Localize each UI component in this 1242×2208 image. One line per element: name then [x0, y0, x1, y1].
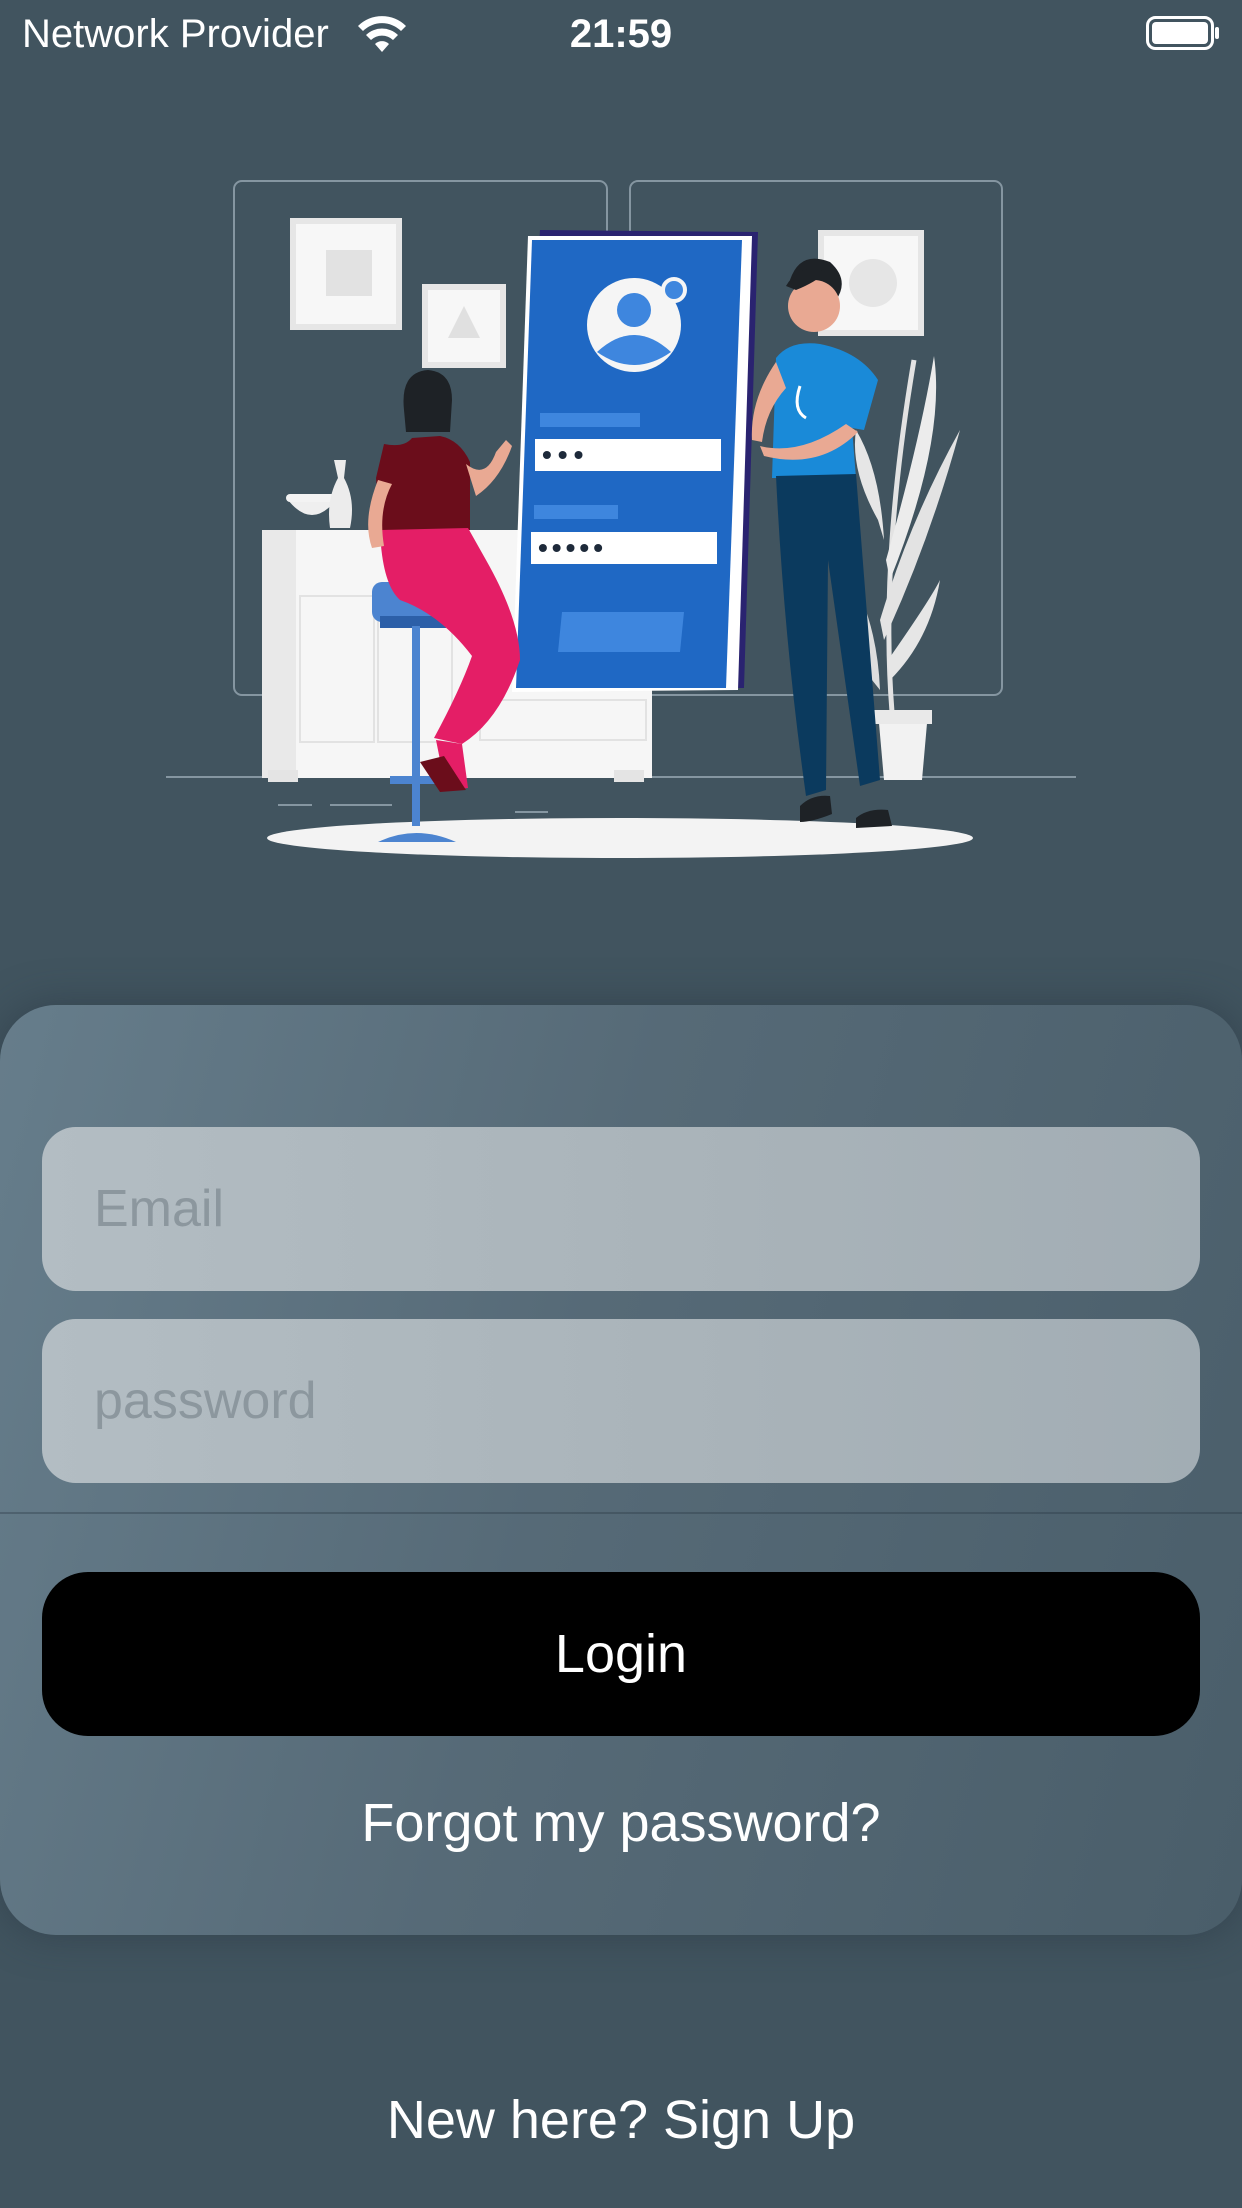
- login-illustration: ••• •••••: [166, 180, 1076, 858]
- signup-link[interactable]: New here? Sign Up: [0, 2088, 1242, 2152]
- username-mask: •••: [542, 439, 589, 470]
- divider: [0, 1512, 1242, 1514]
- clock: 21:59: [569, 12, 673, 56]
- forgot-password-link[interactable]: Forgot my password?: [0, 1791, 1242, 1855]
- status-bar: Network Provider 21:59: [0, 0, 1242, 68]
- password-field[interactable]: [42, 1319, 1200, 1483]
- battery-icon: [1146, 16, 1219, 50]
- email-field[interactable]: [42, 1127, 1200, 1291]
- login-card: Login Forgot my password?: [0, 1005, 1242, 1935]
- login-button[interactable]: Login: [42, 1572, 1200, 1736]
- password-mask: •••••: [538, 532, 607, 563]
